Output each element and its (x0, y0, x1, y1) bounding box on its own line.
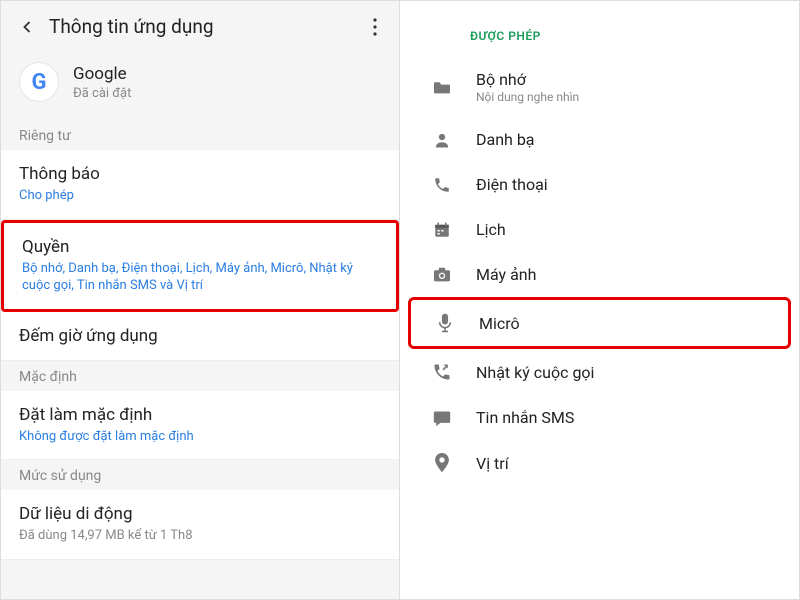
app-info-screen: Thông tin ứng dụng G Google Đã cài đặt R… (1, 1, 400, 599)
section-default: Mặc định (1, 361, 399, 391)
header-bar: Thông tin ứng dụng (1, 1, 399, 52)
app-status: Đã cài đặt (73, 86, 131, 101)
item-app-timer[interactable]: Đếm giờ ứng dụng (1, 312, 399, 361)
perm-phone[interactable]: Điện thoại (400, 162, 799, 207)
perm-label: Lịch (476, 220, 506, 239)
item-set-default[interactable]: Đặt làm mặc định Không được đặt làm mặc … (1, 391, 399, 461)
perm-label: Micrô (479, 314, 520, 333)
perm-label: Tin nhắn SMS (476, 408, 574, 427)
location-pin-icon (428, 453, 456, 473)
person-icon (428, 131, 456, 149)
overflow-menu-icon[interactable] (367, 18, 383, 36)
item-title: Quyền (22, 237, 378, 257)
item-notification[interactable]: Thông báo Cho phép (1, 150, 399, 220)
camera-icon (428, 267, 456, 283)
perm-call-log[interactable]: Nhật ký cuộc gọi (400, 349, 799, 395)
perm-label: Máy ảnh (476, 265, 536, 284)
perm-location[interactable]: Vị trí (400, 440, 799, 486)
allowed-header: ĐƯỢC PHÉP (400, 21, 799, 57)
folder-icon (428, 79, 456, 95)
perm-camera[interactable]: Máy ảnh (400, 252, 799, 297)
item-sub: Bộ nhớ, Danh bạ, Điện thoại, Lịch, Máy ả… (22, 260, 378, 295)
section-privacy: Riêng tư (1, 120, 399, 150)
perm-microphone[interactable]: Micrô (408, 297, 791, 349)
phone-icon (428, 176, 456, 194)
app-name: Google (73, 64, 131, 84)
item-title: Thông báo (19, 164, 381, 184)
perm-contacts[interactable]: Danh bạ (400, 117, 799, 162)
item-title: Đếm giờ ứng dụng (19, 326, 381, 346)
item-sub: Đã dùng 14,97 MB kể từ 1 Th8 (19, 527, 381, 545)
perm-storage[interactable]: Bộ nhớ Nội dung nghe nhìn (400, 57, 799, 117)
item-sub: Cho phép (19, 187, 381, 205)
item-title: Đặt làm mặc định (19, 405, 381, 425)
perm-sub: Nội dung nghe nhìn (476, 90, 579, 104)
perm-label: Điện thoại (476, 175, 548, 194)
chat-icon (428, 409, 456, 427)
item-title: Dữ liệu di động (19, 504, 381, 524)
calendar-icon (428, 221, 456, 239)
perm-label: Nhật ký cuộc gọi (476, 363, 594, 382)
perm-label: Danh bạ (476, 130, 535, 149)
google-app-icon: G (19, 62, 59, 102)
microphone-icon (431, 313, 459, 333)
perm-calendar[interactable]: Lịch (400, 207, 799, 252)
item-mobile-data[interactable]: Dữ liệu di động Đã dùng 14,97 MB kể từ 1… (1, 490, 399, 560)
app-header: G Google Đã cài đặt (1, 52, 399, 120)
permissions-screen: ĐƯỢC PHÉP Bộ nhớ Nội dung nghe nhìn Danh… (400, 1, 799, 599)
back-icon[interactable] (17, 17, 37, 37)
phone-arrow-icon (428, 362, 456, 382)
item-permissions[interactable]: Quyền Bộ nhớ, Danh bạ, Điện thoại, Lịch,… (1, 220, 399, 312)
section-usage: Mức sử dụng (1, 460, 399, 490)
perm-sms[interactable]: Tin nhắn SMS (400, 395, 799, 440)
perm-label: Vị trí (476, 454, 509, 473)
page-title: Thông tin ứng dụng (49, 15, 367, 38)
item-sub: Không được đặt làm mặc định (19, 428, 381, 446)
perm-label: Bộ nhớ (476, 70, 579, 89)
